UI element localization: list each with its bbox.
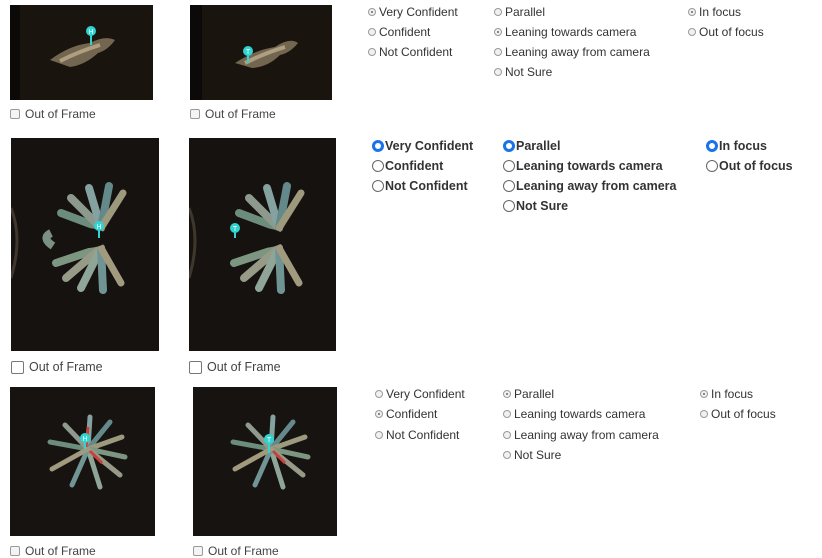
radio-not-sure-row-1[interactable]: Not Sure — [494, 65, 552, 79]
radio-leaning-towards-row-2[interactable]: Leaning towards camera — [503, 159, 663, 173]
tail-marker-label: T — [246, 49, 251, 56]
out-of-frame-checkbox-head-row-2[interactable]: Out of Frame — [11, 360, 103, 374]
radio-leaning-away-row-1[interactable]: Leaning away from camera — [494, 45, 650, 59]
out-of-frame-checkbox-tail-row-1[interactable]: Out of Frame — [190, 107, 276, 121]
radio-very-confident-row-1[interactable]: Very Confident — [368, 5, 458, 19]
radio-not-confident-row-2[interactable]: Not Confident — [372, 179, 468, 193]
out-of-frame-label: Out of Frame — [207, 360, 281, 374]
frame-image-tail-row-3[interactable]: T — [193, 387, 337, 536]
radio-leaning-away-row-2[interactable]: Leaning away from camera — [503, 179, 676, 193]
radio-parallel-row-1[interactable]: Parallel — [494, 5, 545, 19]
checkbox-icon[interactable] — [193, 546, 203, 556]
frame-image-tail-row-1[interactable]: T — [190, 5, 332, 100]
radio-parallel-row-3[interactable]: Parallel — [503, 387, 554, 401]
radio-leaning-towards-row-3[interactable]: Leaning towards camera — [503, 407, 645, 421]
out-of-frame-checkbox-head-row-1[interactable]: Out of Frame — [10, 107, 96, 121]
checkbox-icon[interactable] — [189, 360, 202, 374]
radio-leaning-towards-row-1[interactable]: Leaning towards camera — [494, 25, 636, 39]
out-of-frame-label: Out of Frame — [25, 107, 96, 121]
radio-not-sure-row-2[interactable]: Not Sure — [503, 199, 568, 213]
radio-leaning-away-row-3[interactable]: Leaning away from camera — [503, 428, 659, 442]
frame-image-head-row-1[interactable]: H — [10, 5, 153, 100]
frame-image-head-row-3[interactable]: H — [10, 387, 155, 536]
tail-marker-label: T — [233, 226, 238, 233]
radio-confident-row-3[interactable]: Confident — [375, 407, 437, 421]
head-marker-label: H — [88, 29, 93, 36]
frame-image-head-row-2[interactable]: H — [11, 138, 159, 351]
checkbox-icon[interactable] — [10, 109, 20, 119]
checkbox-icon[interactable] — [10, 546, 20, 556]
frame-image-tail-row-2[interactable]: T — [189, 138, 336, 351]
radio-confident-row-1[interactable]: Confident — [368, 25, 430, 39]
radio-parallel-row-2[interactable]: Parallel — [503, 139, 560, 153]
radio-not-sure-row-3[interactable]: Not Sure — [503, 448, 561, 462]
radio-out-of-focus-row-1[interactable]: Out of focus — [688, 25, 764, 39]
radio-in-focus-row-1[interactable]: In focus — [688, 5, 741, 19]
out-of-frame-label: Out of Frame — [205, 107, 276, 121]
head-marker-label: H — [96, 224, 101, 231]
radio-very-confident-row-3[interactable]: Very Confident — [375, 387, 465, 401]
radio-not-confident-row-1[interactable]: Not Confident — [368, 45, 452, 59]
radio-out-of-focus-row-2[interactable]: Out of focus — [706, 159, 793, 173]
tail-marker-label: T — [267, 437, 272, 444]
head-marker-label: H — [82, 436, 87, 443]
radio-in-focus-row-2[interactable]: In focus — [706, 139, 767, 153]
radio-not-confident-row-3[interactable]: Not Confident — [375, 428, 459, 442]
radio-out-of-focus-row-3[interactable]: Out of focus — [700, 407, 776, 421]
checkbox-icon[interactable] — [190, 109, 200, 119]
out-of-frame-label: Out of Frame — [29, 360, 103, 374]
radio-very-confident-row-2[interactable]: Very Confident — [372, 139, 473, 153]
checkbox-icon[interactable] — [11, 360, 24, 374]
radio-in-focus-row-3[interactable]: In focus — [700, 387, 753, 401]
out-of-frame-checkbox-tail-row-2[interactable]: Out of Frame — [189, 360, 281, 374]
radio-confident-row-2[interactable]: Confident — [372, 159, 443, 173]
